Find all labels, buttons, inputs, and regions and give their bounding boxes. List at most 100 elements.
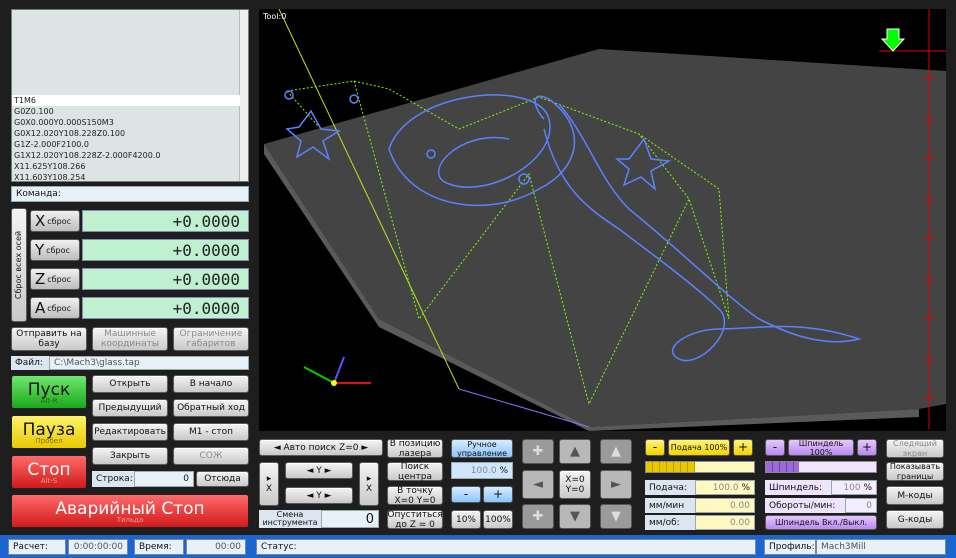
emergency-stop-button[interactable]: Аварийный Стоп Тильда bbox=[11, 494, 249, 528]
show-bounds-button[interactable]: Показывать границы bbox=[886, 462, 944, 481]
spindle-toggle-button[interactable]: Шпиндель Вкл./Выкл. bbox=[765, 515, 877, 530]
a-letter: A bbox=[35, 299, 46, 317]
jog-y-plus-arrow[interactable]: ✚ bbox=[522, 439, 554, 464]
reset-all-button[interactable]: Сброс всех осей bbox=[11, 208, 27, 322]
stop-button[interactable]: Стоп Alt-S bbox=[11, 455, 87, 489]
jog-rate-plus-button[interactable]: + bbox=[483, 486, 513, 503]
spindle-minus-button[interactable]: - bbox=[765, 439, 785, 456]
command-field[interactable]: Команда: bbox=[11, 186, 249, 202]
start-button[interactable]: Пуск Alt-R bbox=[11, 375, 87, 409]
stop-shortcut: Alt-S bbox=[40, 476, 58, 485]
x-reset-button[interactable]: Xсброс bbox=[30, 210, 80, 232]
gcode-line[interactable]: X11.625Y108.266 bbox=[14, 161, 160, 172]
calc-label: Расчет: bbox=[8, 539, 66, 555]
x-plus-label: X bbox=[365, 484, 373, 494]
feed-override-button[interactable]: Подача 100% bbox=[668, 439, 730, 456]
jog-x-plus-arrow[interactable]: ► bbox=[600, 470, 632, 499]
jog-rate-minus-button[interactable]: - bbox=[451, 486, 481, 503]
pause-button[interactable]: Пауза Пробел bbox=[11, 415, 87, 449]
y-reset-button[interactable]: Yсброс bbox=[30, 239, 80, 261]
rewind-button[interactable]: В начало bbox=[173, 375, 249, 393]
g-codes-button[interactable]: G-коды bbox=[886, 510, 944, 529]
jog-10-button[interactable]: 10% bbox=[451, 510, 481, 529]
line-input[interactable]: 0 bbox=[134, 471, 194, 487]
coolant-button[interactable]: СОЖ bbox=[173, 447, 249, 465]
jog-y-plus-button[interactable]: ◄ Y ► bbox=[285, 462, 353, 479]
jog-100-button[interactable]: 100% bbox=[483, 510, 513, 529]
gcode-line[interactable]: X11.603Y108.254 bbox=[14, 172, 160, 183]
zero-xy-button[interactable]: X=0 Y=0 bbox=[559, 470, 591, 499]
jog-x-minus-arrow[interactable]: ◄ bbox=[522, 470, 554, 499]
z-reset-button[interactable]: Zсброс bbox=[30, 268, 80, 290]
feed-minus-button[interactable]: - bbox=[645, 439, 665, 456]
jog-rate-field[interactable]: 100.0 % bbox=[451, 462, 513, 479]
goto-laser-button[interactable]: В позицию лазера bbox=[387, 439, 443, 459]
spindle-value-text: 100 bbox=[843, 482, 861, 493]
m1-stop-button[interactable]: M1 - стоп bbox=[173, 423, 249, 441]
goto-zero-button[interactable]: В точку X=0 Y=0 bbox=[387, 486, 443, 506]
feed-mmrev-text: мм/об: bbox=[649, 517, 680, 528]
calc-val-text: 0:00:00:00 bbox=[73, 542, 123, 552]
jog-x-minus-button[interactable]: ▸ X bbox=[259, 462, 279, 506]
jog-z-down2-arrow[interactable]: ▼ bbox=[600, 504, 632, 529]
jog-z-up-arrow[interactable]: ▲ bbox=[559, 439, 591, 464]
gcode-line[interactable]: T1M6 bbox=[14, 95, 160, 106]
manual-control-button[interactable]: Ручное управление bbox=[451, 439, 513, 458]
a-reset-button[interactable]: Aсброс bbox=[30, 297, 80, 319]
y-dro[interactable]: +0.0000 bbox=[82, 239, 249, 261]
y-plus-left-icon: ◄ bbox=[306, 465, 314, 476]
lower-to-z0-button[interactable]: Опуститься до Z = 0 bbox=[387, 510, 443, 530]
gcode-scrollbar[interactable] bbox=[239, 10, 248, 181]
gcode-line[interactable]: G0X12.020Y108.228Z0.100 bbox=[14, 128, 160, 139]
go-home-button[interactable]: Отправить на базу bbox=[11, 327, 87, 351]
arrow-right-icon: ► bbox=[611, 477, 621, 492]
close-button[interactable]: Закрыть bbox=[92, 447, 168, 465]
gcode-line[interactable]: G1Z-2.000F2100.0 bbox=[14, 139, 160, 150]
run-from-here-button[interactable]: Отсюда bbox=[196, 471, 249, 487]
gcode-line[interactable]: G0Z0.100 bbox=[14, 106, 160, 117]
jog-z-down-arrow[interactable]: ▼ bbox=[559, 504, 591, 529]
x-plus-arrow-icon: ▸ bbox=[366, 474, 372, 484]
feed-label-text: Подача: bbox=[649, 482, 687, 493]
x-dro[interactable]: +0.0000 bbox=[82, 210, 249, 232]
toolpath-viewport[interactable]: Tool:0 bbox=[259, 9, 946, 431]
spindle-rpm-value: 0 bbox=[845, 498, 877, 513]
probe-right-icon: ► bbox=[361, 442, 369, 453]
m-codes-button[interactable]: М-коды bbox=[886, 486, 944, 505]
profile-text: Профиль: bbox=[769, 542, 815, 552]
jog-x-plus-button[interactable]: ▸ X bbox=[359, 462, 379, 506]
soft-limits-button[interactable]: Ограничение габаритов bbox=[173, 327, 249, 351]
feed-plus-button[interactable]: + bbox=[733, 439, 753, 456]
previous-button[interactable]: Предыдущий bbox=[92, 399, 168, 417]
gcode-line[interactable]: G0X0.000Y0.000S150M3 bbox=[14, 117, 160, 128]
file-path-text: C:\Mach3\glass.tap bbox=[54, 358, 140, 368]
reverse-run-button[interactable]: Обратный ход bbox=[173, 399, 249, 417]
z-dro[interactable]: +0.0000 bbox=[82, 268, 249, 290]
x-minus-label: X bbox=[265, 484, 273, 494]
jog-y-minus-arrow[interactable]: ✚ bbox=[522, 504, 554, 529]
file-label-box: Файл: bbox=[11, 356, 49, 370]
tool-number-field[interactable]: 0 bbox=[321, 510, 379, 528]
edit-button[interactable]: Редактировать bbox=[92, 423, 168, 441]
spindle-plus-button[interactable]: + bbox=[857, 439, 877, 456]
machine-coords-button[interactable]: Машинные координаты bbox=[92, 327, 168, 351]
spindle-value[interactable]: 100 % bbox=[831, 480, 877, 495]
open-button[interactable]: Открыть bbox=[92, 375, 168, 393]
follow-screen-button[interactable]: Следящий экран bbox=[886, 439, 944, 458]
toolpath-display bbox=[264, 9, 946, 431]
feed-value[interactable]: 100.0 % bbox=[695, 480, 755, 495]
gcode-list[interactable]: T1M6 G0Z0.100 G0X0.000Y0.000S150M3 G0X12.02… bbox=[14, 95, 160, 183]
tool-position-marker bbox=[880, 28, 906, 52]
line-label: Строка: bbox=[96, 474, 133, 484]
auto-z-probe-button[interactable]: ◄ Авто поиск Z=0 ► bbox=[259, 439, 383, 456]
axis-gizmo bbox=[303, 356, 371, 386]
command-label: Команда: bbox=[16, 189, 61, 199]
y-reset-label: сброс bbox=[46, 245, 70, 255]
find-center-button[interactable]: Поиск центра bbox=[387, 462, 443, 482]
z-reset-label: сброс bbox=[47, 274, 71, 284]
a-dro[interactable]: +0.0000 bbox=[82, 297, 249, 319]
jog-z-up2-arrow[interactable]: ▲ bbox=[600, 439, 632, 464]
spindle-override-button[interactable]: Шпиндель 100% bbox=[788, 439, 854, 457]
jog-y-minus-button[interactable]: ◄ Y ► bbox=[285, 487, 353, 504]
gcode-line[interactable]: G1X12.020Y108.228Z-2.000F4200.0 bbox=[14, 150, 160, 161]
